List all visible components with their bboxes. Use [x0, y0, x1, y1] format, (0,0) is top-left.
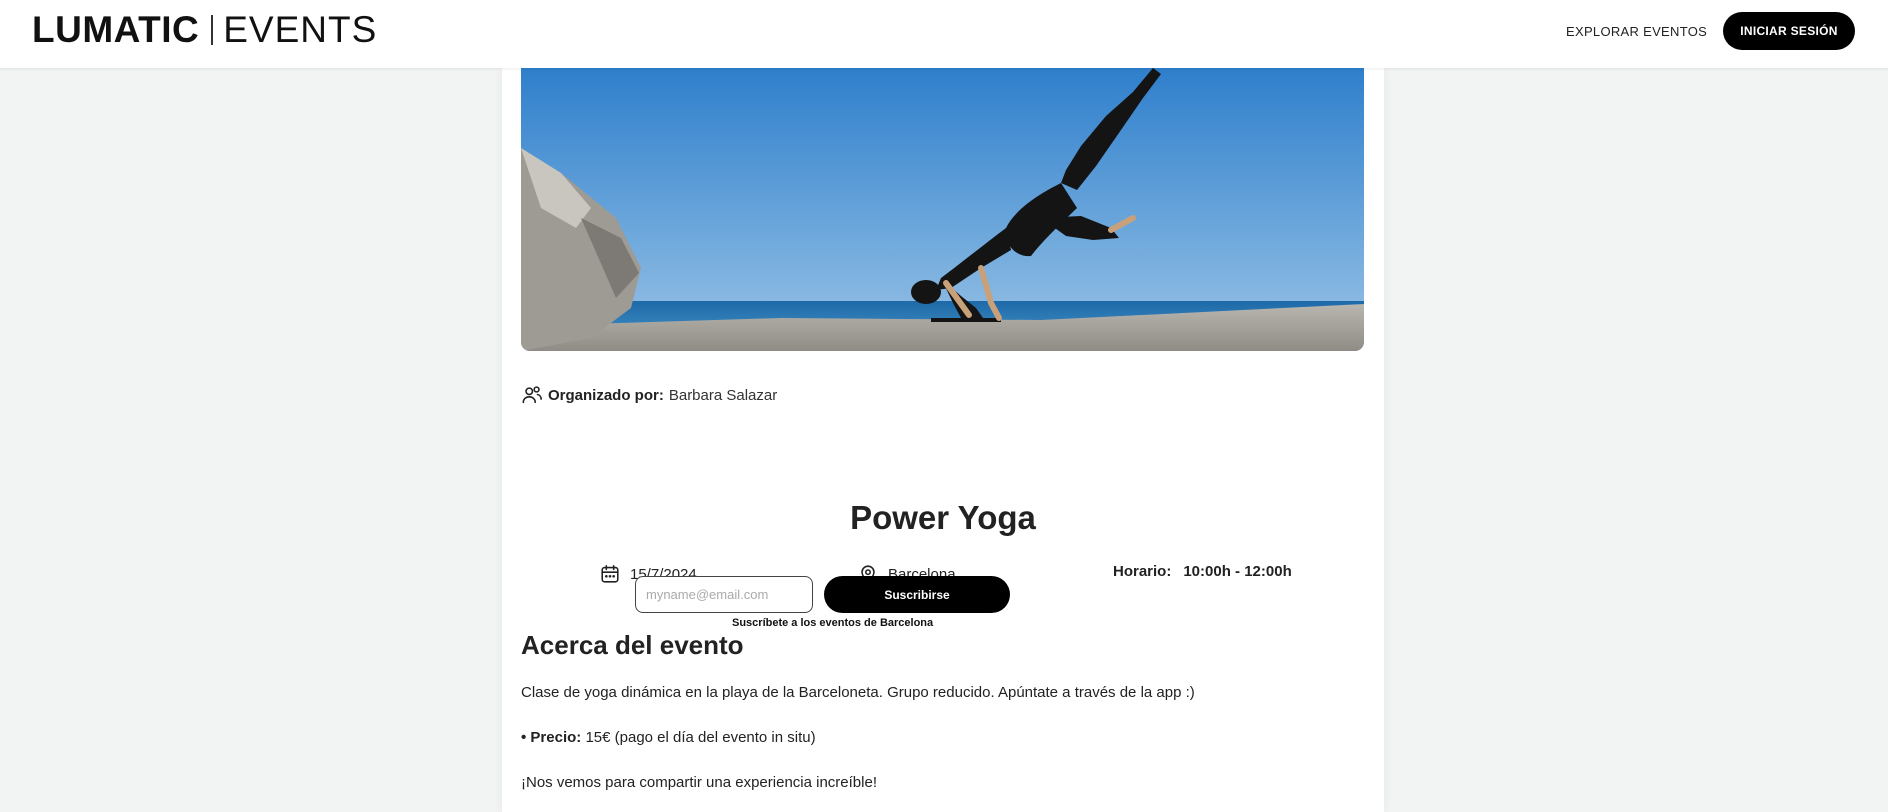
- site-logo[interactable]: LUMATIC EVENTS: [32, 10, 377, 50]
- email-input[interactable]: [635, 576, 813, 613]
- logo-text-bold: LUMATIC: [32, 9, 200, 50]
- event-detail-panel: Organizado por: Barbara Salazar Power Yo…: [502, 68, 1384, 812]
- subscribe-button[interactable]: Suscribirse: [824, 576, 1010, 613]
- event-title: Power Yoga: [850, 499, 1036, 536]
- time-label: Horario:: [1113, 563, 1172, 580]
- logo-divider: [211, 15, 214, 45]
- price-label: • Precio:: [521, 729, 582, 746]
- event-closing-text: ¡Nos vemos para compartir una experienci…: [521, 774, 877, 791]
- subscribe-label: Suscríbete a los eventos de Barcelona: [732, 617, 934, 629]
- calendar-icon: [599, 563, 621, 585]
- event-price: • Precio: 15€ (pago el día del evento in…: [521, 728, 816, 748]
- top-navbar: LUMATIC EVENTS EXPLORAR EVENTOS INICIAR …: [0, 0, 1888, 68]
- event-description: Clase de yoga dinámica en la playa de la…: [521, 684, 1195, 701]
- event-hero-image: [521, 68, 1364, 351]
- users-icon: [521, 384, 543, 406]
- logo-text-light: EVENTS: [223, 9, 378, 50]
- about-heading: Acerca del evento: [521, 630, 744, 660]
- event-time: Horario: 10:00h - 12:00h: [1113, 563, 1292, 580]
- time-value: 10:00h - 12:00h: [1183, 563, 1292, 580]
- explore-events-link[interactable]: EXPLORAR EVENTOS: [1566, 22, 1707, 42]
- price-value: 15€ (pago el día del evento in situ): [585, 729, 816, 746]
- organizer-label: Organizado por:: [548, 386, 664, 404]
- organizer-name: Barbara Salazar: [668, 386, 778, 404]
- login-button[interactable]: INICIAR SESIÓN: [1723, 12, 1855, 50]
- organizer-row: Organizado por: Barbara Salazar: [521, 384, 777, 406]
